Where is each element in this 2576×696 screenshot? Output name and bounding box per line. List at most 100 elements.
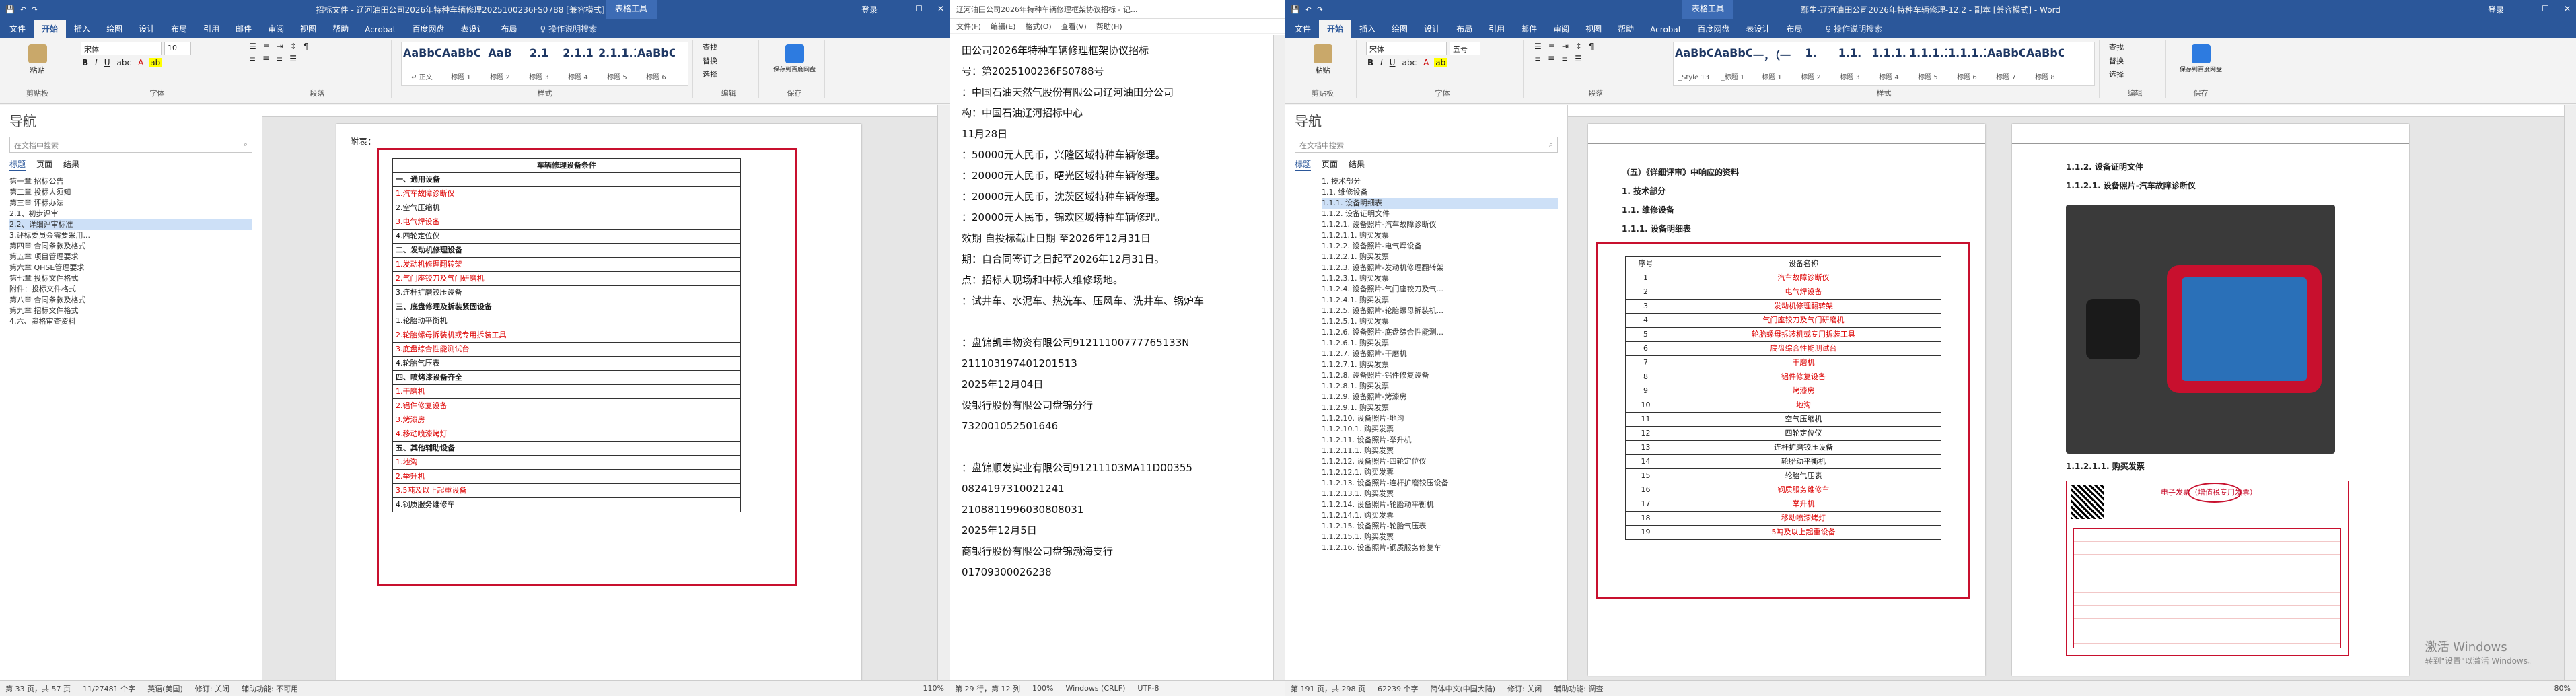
style-item[interactable]: AaBbCcI _Style 13 [1675, 44, 1713, 84]
nav-item[interactable]: 1.1.2.10. 设备照片-地沟 [1322, 413, 1558, 424]
style-item[interactable]: 1.1.1.1.1 标题 6 [1948, 44, 1986, 84]
nav-search-input[interactable]: 在文档中搜索 ⌕ [9, 137, 252, 153]
zoom-level[interactable]: 80% [2554, 684, 2571, 693]
align-center-icon[interactable]: ≣ [1546, 54, 1556, 63]
ribbon-tab[interactable]: 帮助 [1610, 20, 1642, 38]
ribbon-tab[interactable]: Acrobat [1642, 22, 1689, 38]
nav-item[interactable]: 1.1.2.10.1. 购买发票 [1322, 424, 1558, 435]
nav-tab[interactable]: 标题 [1295, 158, 1312, 171]
style-item[interactable]: 1.1. 标题 3 [1831, 44, 1869, 84]
nav-search-input[interactable]: 在文档中搜索 ⌕ [1295, 137, 1558, 153]
nav-item[interactable]: 第六章 QHSE管理要求 [9, 263, 252, 273]
baidu-save-button[interactable]: 保存到百度网盘 [768, 42, 820, 73]
menu-item[interactable]: 查看(V) [1061, 21, 1087, 31]
minimize-icon[interactable]: — [892, 4, 900, 15]
ribbon-tab[interactable]: 开始 [1319, 20, 1352, 38]
nav-item[interactable]: 1.1.2.3.1. 购买发票 [1322, 273, 1558, 284]
nav-item[interactable]: 1.1.2.14. 设备照片-轮胎动平衡机 [1322, 499, 1558, 510]
sort-icon[interactable]: ↕ [1574, 42, 1583, 51]
nav-item[interactable]: 1.1.2.13.1. 购买发票 [1322, 489, 1558, 499]
redo-icon[interactable]: ↷ [1317, 5, 1323, 14]
ribbon-tab[interactable]: 百度网盘 [1689, 20, 1738, 38]
nav-item[interactable]: 第四章 合同条款及格式 [9, 241, 252, 252]
nav-item[interactable]: 1.1.2.6. 设备照片-底盘综合性能测... [1322, 327, 1558, 338]
nav-item[interactable]: 1.1.2.12. 设备照片-四轮定位仪 [1322, 456, 1558, 467]
ribbon-tab[interactable]: 引用 [195, 20, 227, 38]
nav-item[interactable]: 4.六、资格审查资料 [9, 316, 252, 327]
font-size-box[interactable]: 10 [164, 42, 191, 55]
nav-item[interactable]: 1.1.2.11. 设备照片-举升机 [1322, 435, 1558, 446]
align-right-icon[interactable]: ≡ [1560, 54, 1569, 63]
nav-item[interactable]: 1.1.2.7.1. 购买发票 [1322, 359, 1558, 370]
ribbon-tab[interactable]: 设计 [131, 20, 163, 38]
align-left-icon[interactable]: ≡ [248, 54, 257, 63]
style-item[interactable]: 2.1 标题 3 [520, 44, 558, 84]
ribbon-tab[interactable]: 布局 [493, 20, 526, 38]
numbering-icon[interactable]: ≡ [1547, 42, 1557, 51]
nav-item[interactable]: 1.1.2.12.1. 购买发票 [1322, 467, 1558, 478]
minimize-icon[interactable]: — [2519, 4, 2527, 15]
nav-item[interactable]: 1.1.1. 设备明细表 [1322, 198, 1558, 209]
notepad-scrollbar[interactable] [1273, 35, 1285, 696]
ribbon-tab[interactable]: 表设计 [1738, 20, 1778, 38]
nav-item[interactable]: 第五章 项目管理要求 [9, 252, 252, 263]
nav-item[interactable]: 1.1.2.5.1. 购买发票 [1322, 316, 1558, 327]
nav-item[interactable]: 1.1.2.15.1. 购买发票 [1322, 532, 1558, 543]
nav-item[interactable]: 第七章 投标文件格式 [9, 273, 252, 284]
highlight-button[interactable]: ab [1434, 58, 1447, 67]
style-item[interactable]: AaB 标题 2 [481, 44, 519, 84]
justify-icon[interactable]: ☰ [1573, 54, 1583, 63]
ribbon-tab[interactable]: 设计 [1416, 20, 1448, 38]
find-button[interactable]: 查找 [703, 42, 754, 53]
font-color-button[interactable]: A [137, 58, 145, 67]
nav-tab[interactable]: 页面 [36, 158, 52, 171]
pilcrow-icon[interactable]: ¶ [1587, 42, 1596, 51]
menu-item[interactable]: 格式(O) [1025, 21, 1051, 31]
justify-icon[interactable]: ☰ [288, 54, 298, 63]
find-button[interactable]: 查找 [2109, 42, 2161, 53]
style-item[interactable]: 1.1.1. 标题 4 [1870, 44, 1908, 84]
menu-item[interactable]: 编辑(E) [991, 21, 1016, 31]
style-item[interactable]: AaBbC 标题 6 [637, 44, 675, 84]
align-right-icon[interactable]: ≡ [275, 54, 284, 63]
paste-button[interactable]: 粘贴 [8, 42, 67, 75]
vertical-scrollbar[interactable] [2564, 105, 2576, 680]
style-item[interactable]: 2.1.1 标题 4 [559, 44, 597, 84]
ribbon-tab[interactable]: 表设计 [452, 20, 493, 38]
undo-icon[interactable]: ↶ [1305, 5, 1312, 14]
strike-button[interactable]: abc [1401, 58, 1419, 67]
close-icon[interactable]: ✕ [937, 4, 944, 15]
style-item[interactable]: AaBbC 标题 7 [1987, 44, 2025, 84]
maximize-icon[interactable]: ☐ [915, 4, 923, 15]
align-center-icon[interactable]: ≣ [261, 54, 271, 63]
undo-icon[interactable]: ↶ [20, 5, 26, 14]
style-item[interactable]: AaBbCcD ↵ 正文 [403, 44, 441, 84]
pilcrow-icon[interactable]: ¶ [302, 42, 310, 51]
autosave-icon[interactable]: 💾 [5, 5, 15, 14]
paste-button[interactable]: 粘贴 [1293, 42, 1352, 75]
ribbon-tab[interactable]: 审阅 [1545, 20, 1577, 38]
notepad-text[interactable]: 田公司2026年特种车辆修理框架协议招标 号：第2025100236FS0788号… [962, 40, 1265, 680]
nav-item[interactable]: 1.1.2.6.1. 购买发票 [1322, 338, 1558, 349]
nav-item[interactable]: 1.1.2.1. 设备照片-汽车故障诊断仪 [1322, 219, 1558, 230]
nav-tab[interactable]: 页面 [1322, 158, 1338, 171]
ribbon-tab[interactable]: 开始 [34, 20, 67, 38]
sort-icon[interactable]: ↕ [289, 42, 298, 51]
ribbon-tab[interactable]: 帮助 [324, 20, 357, 38]
nav-item[interactable]: 1.1.2.11.1. 购买发票 [1322, 446, 1558, 456]
highlight-button[interactable]: ab [149, 58, 162, 67]
ribbon-tab[interactable]: ♀ 操作说明搜索 [1818, 20, 1891, 38]
select-button[interactable]: 选择 [703, 69, 754, 79]
italic-button[interactable]: I [1379, 58, 1384, 67]
ribbon-tab[interactable]: 百度网盘 [404, 20, 452, 38]
font-color-button[interactable]: A [1422, 58, 1430, 67]
ribbon-tab[interactable]: 插入 [1351, 20, 1384, 38]
font-name-box[interactable]: 宋体 [81, 42, 162, 55]
login-button[interactable]: 登录 [2488, 4, 2504, 15]
nav-item[interactable]: 1.1.2.1.1. 购买发票 [1322, 230, 1558, 241]
vertical-scrollbar[interactable] [937, 105, 950, 680]
font-name-box[interactable]: 宋体 [1366, 42, 1447, 55]
bold-button[interactable]: B [1366, 58, 1375, 67]
redo-icon[interactable]: ↷ [32, 5, 38, 14]
nav-item[interactable]: 1.1.2.15. 设备照片-轮胎气压表 [1322, 521, 1558, 532]
